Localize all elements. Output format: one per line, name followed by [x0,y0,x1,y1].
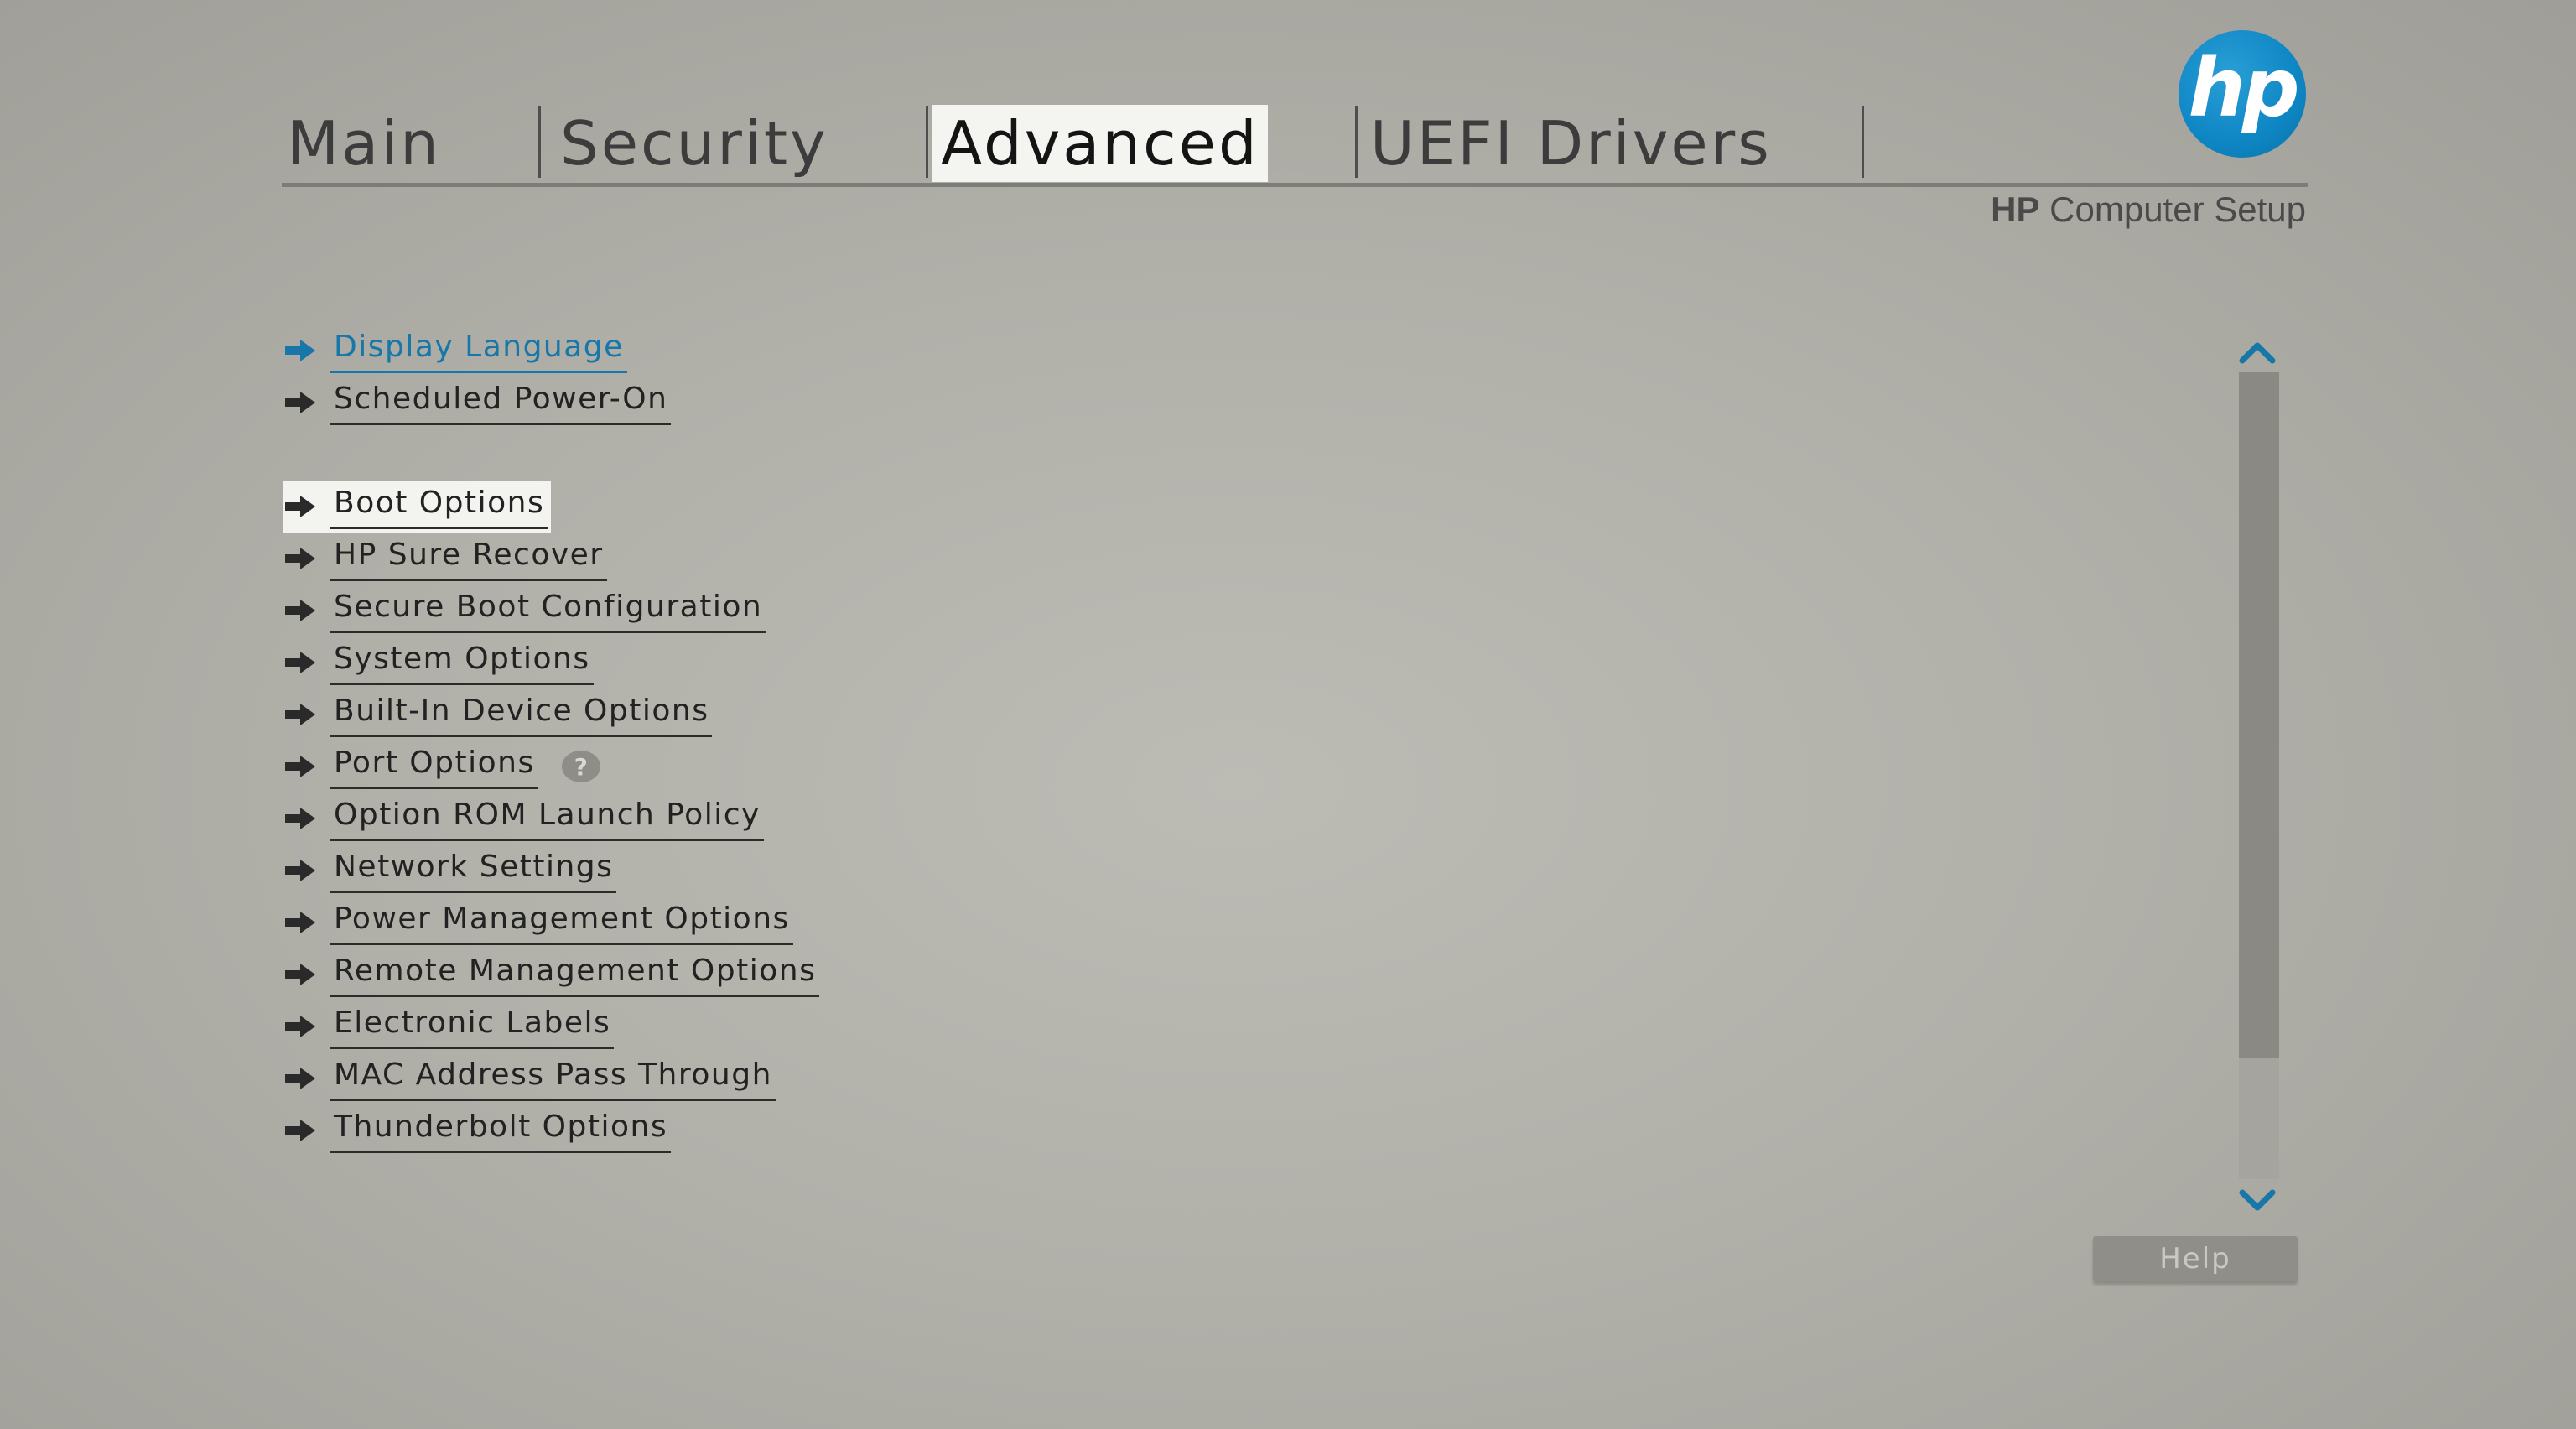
app-title-brand: HP [1991,190,2040,229]
menu-item-label: Power Management Options [330,901,793,945]
menu-item-label: Scheduled Power-On [330,381,672,425]
arrow-right-icon [285,964,315,985]
menu-item-built-in-device-options[interactable]: Built-In Device Options [283,691,713,738]
hp-logo-text: hp [2188,41,2299,135]
menu-item-label: Electronic Labels [330,1005,615,1049]
menu-item-label: HP Sure Recover [330,537,607,581]
help-button[interactable]: Help [2093,1236,2298,1281]
tab-main-label: Main [287,108,441,179]
arrow-right-icon [285,808,315,829]
tab-bar: Main Security Advanced UEFI Drivers [283,99,2306,188]
menu-item-thunderbolt-options[interactable]: Thunderbolt Options [283,1107,672,1154]
menu-item-display-language[interactable]: Display Language [283,327,627,374]
tab-uefi-drivers-label: UEFI Drivers [1370,108,1772,179]
tab-separator [1355,106,1358,178]
tab-underline-rule [282,183,2308,187]
menu-item-scheduled-power-on[interactable]: Scheduled Power-On [283,379,672,426]
arrow-right-icon [285,652,315,673]
hp-logo: hp [2179,30,2306,158]
chevron-up-icon[interactable] [2236,337,2279,367]
arrow-right-icon [285,860,315,881]
menu-item-label: Thunderbolt Options [330,1109,672,1153]
arrow-right-icon [285,1068,315,1089]
menu-item-network-settings[interactable]: Network Settings [283,847,617,894]
app-title-name: Computer Setup [2049,190,2306,229]
menu-item-label: Remote Management Options [330,953,820,997]
menu-item-power-management-options[interactable]: Power Management Options [283,899,793,946]
menu-item-label: Display Language [330,329,627,373]
menu-item-system-options[interactable]: System Options [283,639,594,686]
menu-item-mac-address-pass-through[interactable]: MAC Address Pass Through [283,1055,776,1102]
tab-advanced[interactable]: Advanced [932,99,1268,188]
tab-main[interactable]: Main [287,99,441,188]
menu-item-option-rom-launch-policy[interactable]: Option ROM Launch Policy [283,795,764,842]
tab-separator [1862,106,1864,178]
menu-item-port-options[interactable]: Port Options ? [283,743,600,790]
menu-item-boot-options[interactable]: Boot Options [283,481,552,533]
arrow-right-icon [285,496,315,517]
scrollbar-track[interactable] [2239,372,2279,1179]
arrow-right-icon [285,392,315,413]
tab-security[interactable]: Security [560,99,828,188]
tab-separator [538,106,541,178]
menu-item-label: Secure Boot Configuration [330,589,766,633]
menu-item-label: MAC Address Pass Through [330,1057,776,1101]
question-mark-icon[interactable]: ? [561,751,600,782]
arrow-right-icon [285,704,315,725]
arrow-right-icon [285,1016,315,1037]
arrow-right-icon [285,600,315,621]
arrow-right-icon [285,548,315,569]
tab-advanced-label: Advanced [932,105,1268,182]
tab-separator [926,106,928,178]
arrow-right-icon [285,340,315,361]
menu-item-remote-management-options[interactable]: Remote Management Options [283,951,820,998]
menu-item-electronic-labels[interactable]: Electronic Labels [283,1003,615,1050]
menu-item-label: Option ROM Launch Policy [330,797,764,841]
menu-item-secure-boot-configuration[interactable]: Secure Boot Configuration [283,587,766,634]
menu-item-label: Built-In Device Options [330,693,713,737]
menu-item-label: Boot Options [330,485,548,529]
tab-uefi-drivers[interactable]: UEFI Drivers [1370,99,1772,188]
menu-item-label: Network Settings [330,849,617,893]
menu-item-hp-sure-recover[interactable]: HP Sure Recover [283,535,607,582]
chevron-down-icon[interactable] [2236,1186,2279,1216]
app-title: HP Computer Setup [1991,190,2306,230]
scrollbar-thumb[interactable] [2239,372,2279,1058]
menu-item-label: System Options [330,641,594,685]
selection-highlight: Boot Options [283,481,552,533]
arrow-right-icon [285,912,315,933]
menu-item-label: Port Options [330,745,538,789]
arrow-right-icon [285,756,315,777]
arrow-right-icon [285,1120,315,1141]
tab-security-label: Security [560,108,828,179]
